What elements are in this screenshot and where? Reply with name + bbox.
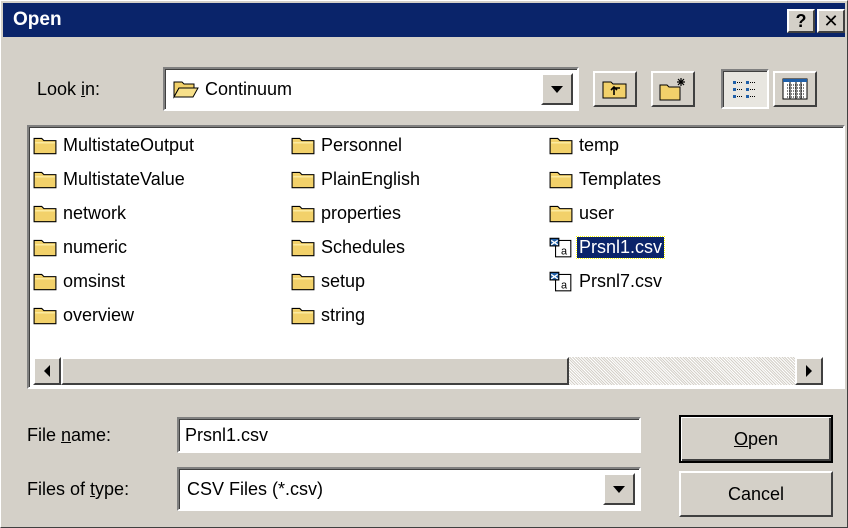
scroll-left-button[interactable] [33,357,61,385]
folder-icon [33,135,57,155]
folder-item[interactable]: MultistateOutput [33,131,196,159]
file-name-value: Prsnl1.csv [185,425,269,445]
folder-item[interactable]: PlainEnglish [291,165,422,193]
scroll-thumb[interactable] [61,357,569,385]
close-button[interactable]: ✕ [817,9,845,33]
folder-icon [549,169,573,189]
folder-item[interactable]: numeric [33,233,129,261]
up-one-level-button[interactable] [593,71,637,107]
folder-icon [33,237,57,257]
look-in-dropdown-button[interactable] [541,73,573,105]
chevron-down-icon [613,485,625,493]
folder-item[interactable]: MultistateValue [33,165,187,193]
folder-icon [291,271,315,291]
open-button[interactable]: Open [679,415,833,463]
folder-item[interactable]: properties [291,199,403,227]
file-type-value: CSV Files (*.csv) [187,479,324,499]
cancel-button[interactable]: Cancel [679,471,833,517]
folder-item[interactable]: temp [549,131,621,159]
title-bar[interactable]: Open ? ✕ [3,3,845,37]
scroll-right-button[interactable] [795,357,823,385]
folder-item[interactable]: Personnel [291,131,404,159]
folder-item[interactable]: network [33,199,128,227]
help-button[interactable]: ? [787,9,815,33]
list-view-icon [733,81,756,98]
details-view-icon [782,78,808,100]
details-view-button[interactable] [773,71,817,107]
arrow-right-icon [806,365,812,377]
look-in-value: Continuum [205,79,293,99]
csv-file-item[interactable]: Prsnl7.csv [549,267,664,295]
file-type-select[interactable]: CSV Files (*.csv) [177,467,641,511]
folder-icon [291,169,315,189]
open-folder-icon [173,81,199,99]
up-one-level-icon [602,81,627,99]
folder-icon [33,169,57,189]
horizontal-scrollbar[interactable] [33,357,823,385]
folder-icon [33,271,57,291]
look-in-label: Look in: [37,79,101,99]
file-type-label: Files of type: [27,479,130,499]
file-name-input[interactable]: Prsnl1.csv [177,417,641,453]
folder-icon [291,203,315,223]
list-view-button[interactable] [721,69,769,109]
file-list[interactable]: MultistateOutput MultistateValue network… [27,125,845,389]
folder-icon [549,135,573,155]
create-new-folder-button[interactable] [651,71,695,107]
arrow-left-icon [44,365,50,377]
csv-file-item-selected[interactable]: Prsnl1.csv [549,233,666,261]
look-in-select[interactable]: Continuum [163,67,579,111]
folder-icon [291,305,315,325]
new-folder-icon [659,78,685,101]
chevron-down-icon [551,85,563,93]
folder-icon [33,305,57,325]
open-dialog: Open ? ✕ Look in: Continuum MultistateOu… [0,0,848,528]
csv-file-icon [549,270,573,292]
close-icon: ✕ [823,11,839,31]
help-icon: ? [795,11,807,31]
folder-icon [549,203,573,223]
csv-file-icon [549,236,573,258]
folder-item[interactable]: omsinst [33,267,127,295]
window-title: Open [13,9,62,30]
folder-item[interactable]: string [291,301,367,329]
folder-item[interactable]: overview [33,301,136,329]
folder-icon [291,135,315,155]
folder-icon [291,237,315,257]
folder-item[interactable]: setup [291,267,367,295]
file-name-label: File name: [27,425,112,445]
file-type-dropdown-button[interactable] [603,473,635,505]
folder-item[interactable]: Templates [549,165,663,193]
folder-item[interactable]: Schedules [291,233,407,261]
folder-item[interactable]: user [549,199,616,227]
folder-icon [33,203,57,223]
